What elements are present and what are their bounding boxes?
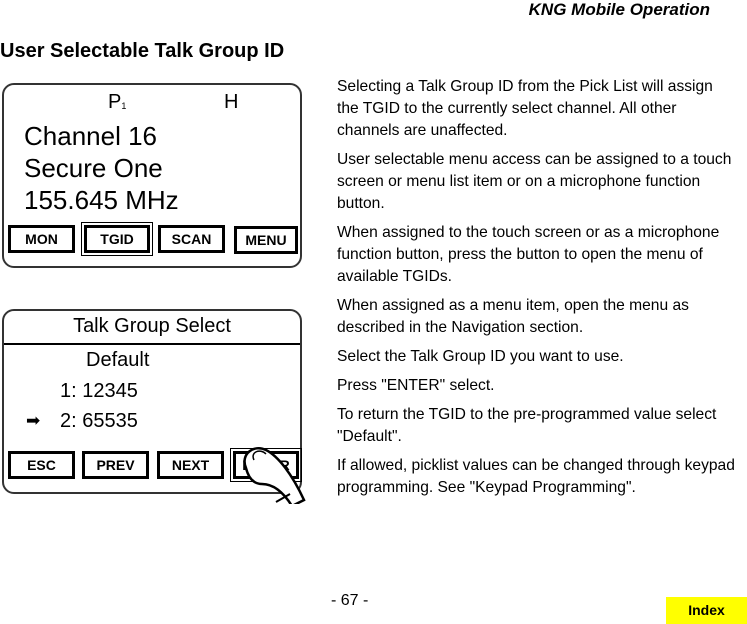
paragraph: Selecting a Talk Group ID from the Pick … bbox=[337, 78, 713, 139]
menu-button[interactable]: MENU bbox=[234, 226, 298, 254]
prev-button[interactable]: PREV bbox=[82, 451, 149, 479]
finger-press-icon bbox=[232, 447, 317, 510]
list-item-default[interactable]: Default bbox=[86, 349, 149, 372]
zone-name: Secure One bbox=[24, 153, 163, 183]
page-title: User Selectable Talk Group ID bbox=[0, 40, 285, 62]
list-item-tgid-2[interactable]: 2: 65535 bbox=[60, 410, 138, 433]
power-high-indicator: H bbox=[224, 91, 239, 113]
paragraph: To return the TGID to the pre-programmed… bbox=[337, 406, 717, 445]
page-number: - 67 - bbox=[331, 592, 369, 609]
channel-name: Channel 16 bbox=[24, 121, 157, 151]
priority-indicator: P1 bbox=[108, 91, 126, 114]
radio-display-main: P1 H Channel 16 Secure One 155.645 MHz M… bbox=[2, 83, 302, 268]
list-item-tgid-1[interactable]: 1: 12345 bbox=[60, 380, 138, 403]
selection-arrow-icon: ➡ bbox=[26, 411, 41, 430]
tgid-button[interactable]: TGID bbox=[81, 222, 153, 256]
paragraph: User selectable menu access can be assig… bbox=[337, 151, 732, 212]
title-divider bbox=[4, 343, 300, 345]
mon-button[interactable]: MON bbox=[8, 225, 75, 253]
esc-button[interactable]: ESC bbox=[8, 451, 75, 479]
section-header: KNG Mobile Operation bbox=[528, 0, 710, 19]
paragraph: If allowed, picklist values can be chang… bbox=[337, 457, 735, 496]
paragraph: When assigned as a menu item, open the m… bbox=[337, 297, 689, 336]
frequency: 155.645 MHz bbox=[24, 185, 179, 215]
scan-button[interactable]: SCAN bbox=[158, 225, 225, 253]
priority-subscript: 1 bbox=[121, 101, 127, 111]
index-link-button[interactable]: Index bbox=[666, 597, 747, 624]
next-button[interactable]: NEXT bbox=[157, 451, 224, 479]
instructions-text: Selecting a Talk Group ID from the Pick … bbox=[337, 76, 737, 506]
paragraph: When assigned to the touch screen or as … bbox=[337, 224, 720, 285]
talk-group-select-title: Talk Group Select bbox=[73, 315, 231, 337]
priority-label: P bbox=[108, 91, 122, 113]
paragraph: Press "ENTER" select. bbox=[337, 377, 495, 394]
paragraph: Select the Talk Group ID you want to use… bbox=[337, 348, 624, 365]
